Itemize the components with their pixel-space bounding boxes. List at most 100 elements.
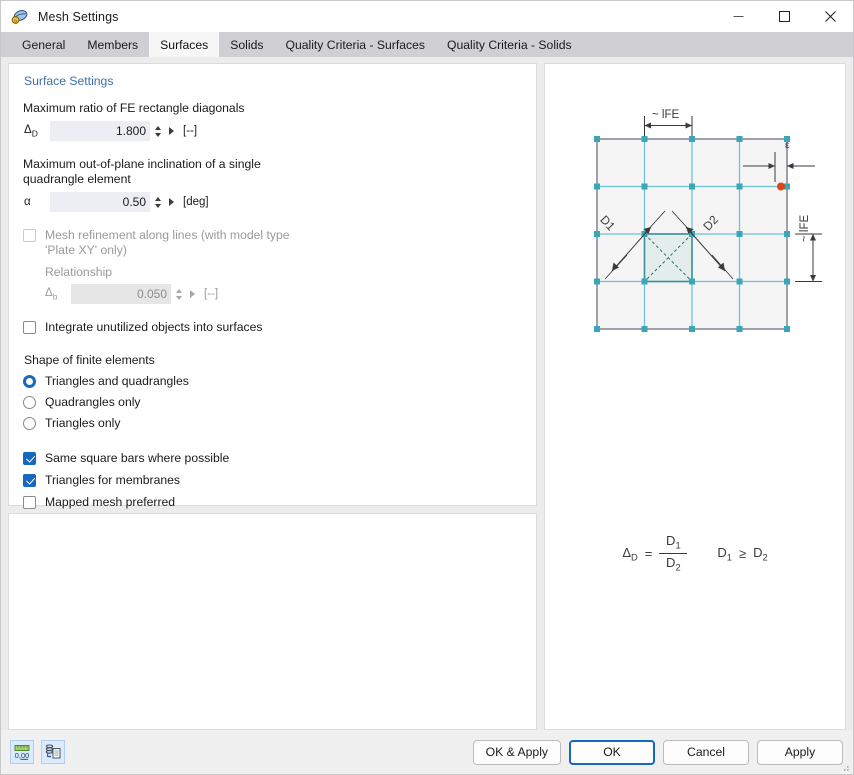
dialog-footer: 0,00 OK & Apply OK Cancel Apply: [1, 730, 853, 774]
radio-label: Triangles and quadrangles: [45, 374, 189, 388]
radio-triangles-and-quadrangles[interactable]: [23, 375, 36, 388]
footer-buttons: OK & Apply OK Cancel Apply: [472, 739, 843, 765]
max-ratio-input[interactable]: 1.800: [50, 121, 150, 141]
ok-button[interactable]: OK: [569, 739, 655, 765]
tab-label: Quality Criteria - Solids: [447, 37, 572, 52]
tab-general[interactable]: General: [11, 32, 77, 57]
max-inclination-row: α 0.50 [deg]: [23, 192, 522, 212]
ratio-formula: ΔD = D1 D2 D1 ≥ D2: [545, 533, 845, 574]
relationship-row: Δb 0.050 [--]: [44, 284, 522, 304]
formula-equals: =: [644, 546, 653, 562]
apply-button[interactable]: Apply: [757, 739, 843, 765]
fraction-bar: [659, 553, 688, 555]
right-column: ~ lFE ~ lFE ε D1 D2 ΔD = D1 D2 D1 ≥ D2: [544, 63, 846, 730]
footer-tool-icons: 0,00: [10, 740, 65, 764]
tab-label: Members: [87, 37, 139, 52]
epsilon-label: ε: [785, 139, 790, 151]
radio-triangles-only-row[interactable]: Triangles only: [23, 416, 522, 431]
surface-settings-panel: Surface Settings Maximum ratio of FE rec…: [8, 63, 537, 509]
max-inclination-input[interactable]: 0.50: [50, 192, 150, 212]
mapped-mesh-preferred-checkbox-row[interactable]: Mapped mesh preferred: [23, 495, 522, 510]
shape-of-elements-header: Shape of finite elements: [24, 353, 155, 367]
symbol-glyph: Δ: [45, 286, 53, 299]
condition-left: D1: [717, 545, 732, 563]
tab-surfaces[interactable]: Surfaces: [149, 32, 220, 57]
radio-quadrangles-only-row[interactable]: Quadrangles only: [23, 395, 522, 410]
max-inclination-unit: [deg]: [183, 196, 209, 208]
same-square-bars-label: Same square bars where possible: [45, 451, 230, 465]
info-panel: [8, 513, 537, 730]
mesh-settings-icon: 6: [11, 8, 29, 26]
integrate-objects-checkbox-row[interactable]: Integrate unutilized objects into surfac…: [23, 320, 522, 335]
max-inclination-value: 0.50: [122, 195, 146, 209]
stepper-down-icon[interactable]: [154, 132, 161, 137]
symbol-subscript: D: [31, 128, 38, 139]
close-button[interactable]: [807, 1, 853, 32]
tab-members[interactable]: Members: [76, 32, 150, 57]
formula-fraction: D1 D2: [659, 533, 688, 574]
resize-grip-icon[interactable]: [840, 762, 850, 772]
top-dimension-label: ~ lFE: [652, 109, 680, 121]
triangles-for-membranes-label: Triangles for membranes: [45, 473, 181, 487]
same-square-bars-checkbox-row[interactable]: Same square bars where possible: [23, 451, 522, 466]
formula-lhs-subscript: D: [631, 552, 638, 563]
formula-lhs: ΔD: [622, 545, 637, 563]
units-icon[interactable]: 0,00: [10, 740, 34, 764]
max-inclination-dropdown-icon[interactable]: [169, 198, 174, 206]
condition-left-subscript: 1: [726, 552, 732, 563]
mesh-refinement-checkbox[interactable]: [23, 229, 36, 242]
condition-operator: ≥: [738, 546, 747, 562]
formula-definition: ΔD = D1 D2: [622, 533, 688, 574]
max-ratio-symbol: ΔD: [23, 124, 50, 138]
max-ratio-dropdown-icon[interactable]: [169, 127, 174, 135]
relationship-label: Relationship: [45, 265, 113, 279]
mesh-refinement-checkbox-row[interactable]: Mesh refinement along lines (with model …: [23, 228, 522, 258]
relationship-stepper: [171, 284, 186, 304]
max-inclination-label: Maximum out-of-plane inclination of a si…: [23, 157, 261, 186]
diagram-panel: ~ lFE ~ lFE ε D1 D2 ΔD = D1 D2 D1 ≥ D2: [544, 63, 846, 730]
radio-quadrangles-only[interactable]: [23, 396, 36, 409]
max-ratio-unit: [--]: [183, 125, 198, 137]
numerator-subscript: 1: [675, 540, 681, 551]
tab-solids[interactable]: Solids: [219, 32, 275, 57]
tab-label: General: [22, 37, 66, 52]
symbol-subscript: b: [52, 291, 58, 302]
same-square-bars-checkbox[interactable]: [23, 452, 36, 465]
relationship-value: 0.050: [136, 287, 167, 301]
integrate-objects-checkbox[interactable]: [23, 321, 36, 334]
relationship-unit: [--]: [204, 288, 219, 300]
condition-right: D2: [753, 545, 768, 563]
window-controls: [715, 1, 853, 32]
mapped-mesh-preferred-checkbox[interactable]: [23, 496, 36, 509]
title-bar: 6 Mesh Settings: [1, 1, 853, 32]
ok-and-apply-button[interactable]: OK & Apply: [472, 739, 561, 765]
formula-condition: D1 ≥ D2: [717, 545, 767, 563]
radio-triangles-and-quadrangles-row[interactable]: Triangles and quadrangles: [23, 374, 522, 389]
integrate-objects-label: Integrate unutilized objects into surfac…: [45, 320, 263, 334]
tab-quality-criteria-solids[interactable]: Quality Criteria - Solids: [436, 32, 583, 57]
triangles-for-membranes-checkbox-row[interactable]: Triangles for membranes: [23, 473, 522, 488]
left-column: Surface Settings Maximum ratio of FE rec…: [8, 63, 537, 730]
tab-quality-criteria-surfaces[interactable]: Quality Criteria - Surfaces: [274, 32, 436, 57]
max-ratio-stepper[interactable]: [150, 121, 165, 141]
formula-denominator: D2: [666, 555, 681, 573]
tab-label: Solids: [230, 37, 264, 52]
stepper-up-icon[interactable]: [154, 196, 161, 201]
radio-label: Triangles only: [45, 416, 121, 430]
configuration-manager-icon[interactable]: [41, 740, 65, 764]
fe-mesh-diagram: [594, 116, 822, 332]
stepper-up-icon[interactable]: [154, 125, 161, 130]
stepper-up-icon: [175, 288, 182, 293]
max-inclination-stepper[interactable]: [150, 192, 165, 212]
max-ratio-value: 1.800: [115, 124, 146, 138]
radio-triangles-only[interactable]: [23, 417, 36, 430]
cancel-button[interactable]: Cancel: [663, 739, 749, 765]
mesh-settings-dialog: 6 Mesh Settings General Members Surfaces…: [0, 0, 854, 775]
stepper-down-icon[interactable]: [154, 203, 161, 208]
max-inclination-symbol: α: [24, 196, 31, 208]
relationship-symbol: Δb: [44, 287, 71, 301]
triangles-for-membranes-checkbox[interactable]: [23, 474, 36, 487]
max-ratio-label: Maximum ratio of FE rectangle diagonals: [23, 101, 245, 115]
maximize-button[interactable]: [761, 1, 807, 32]
minimize-button[interactable]: [715, 1, 761, 32]
